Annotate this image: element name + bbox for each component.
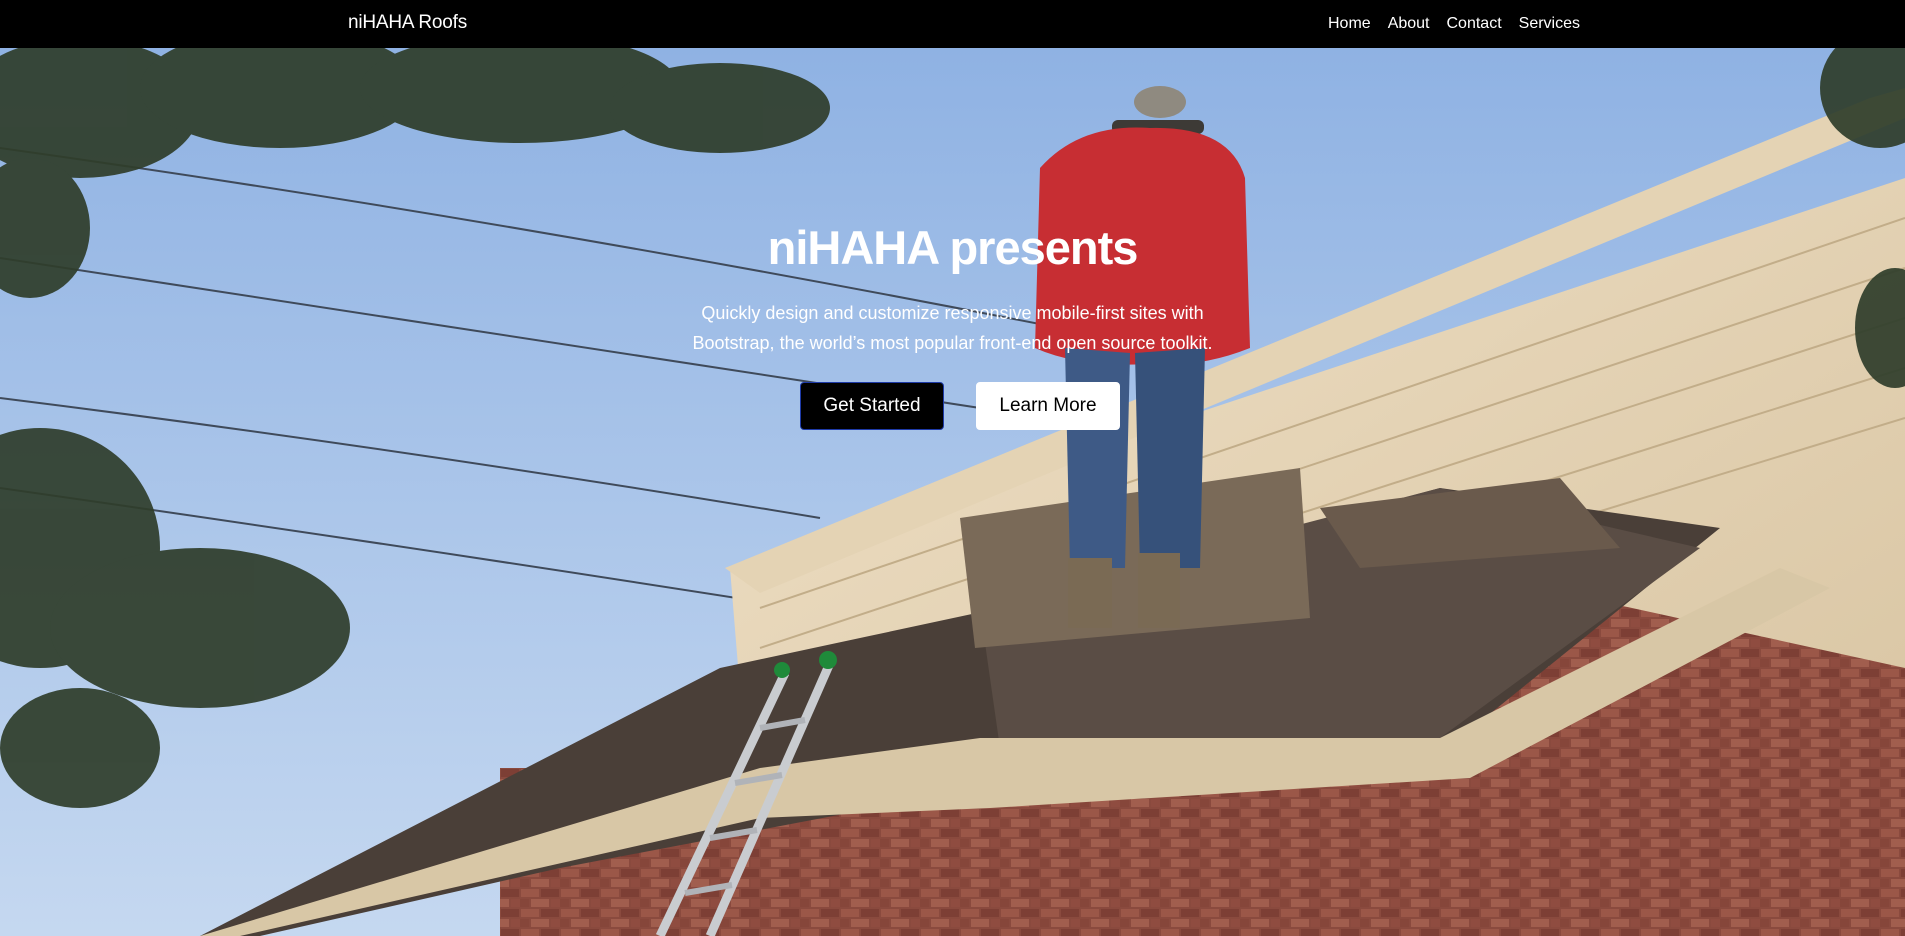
- hero-section: niHAHA presents Quickly design and custo…: [0, 48, 1905, 936]
- nav-links: Home About Contact Services: [1328, 15, 1597, 33]
- hero-subtitle-line-1: Quickly design and customize responsive …: [701, 303, 1204, 323]
- hero-subtitle: Quickly design and customize responsive …: [0, 298, 1905, 358]
- brand-link[interactable]: niHAHA Roofs: [348, 12, 467, 34]
- nav-link-services[interactable]: Services: [1519, 15, 1580, 33]
- navbar: niHAHA Roofs Home About Contact Services: [0, 0, 1905, 48]
- get-started-button[interactable]: Get Started: [800, 382, 944, 430]
- hero-content: niHAHA presents Quickly design and custo…: [0, 48, 1905, 936]
- learn-more-button[interactable]: Learn More: [976, 382, 1120, 430]
- hero-title: niHAHA presents: [767, 221, 1139, 274]
- hero-subtitle-line-2: Bootstrap, the world’s most popular fron…: [692, 333, 1213, 353]
- nav-link-about[interactable]: About: [1388, 15, 1430, 33]
- nav-link-home[interactable]: Home: [1328, 15, 1371, 33]
- nav-link-contact[interactable]: Contact: [1447, 15, 1502, 33]
